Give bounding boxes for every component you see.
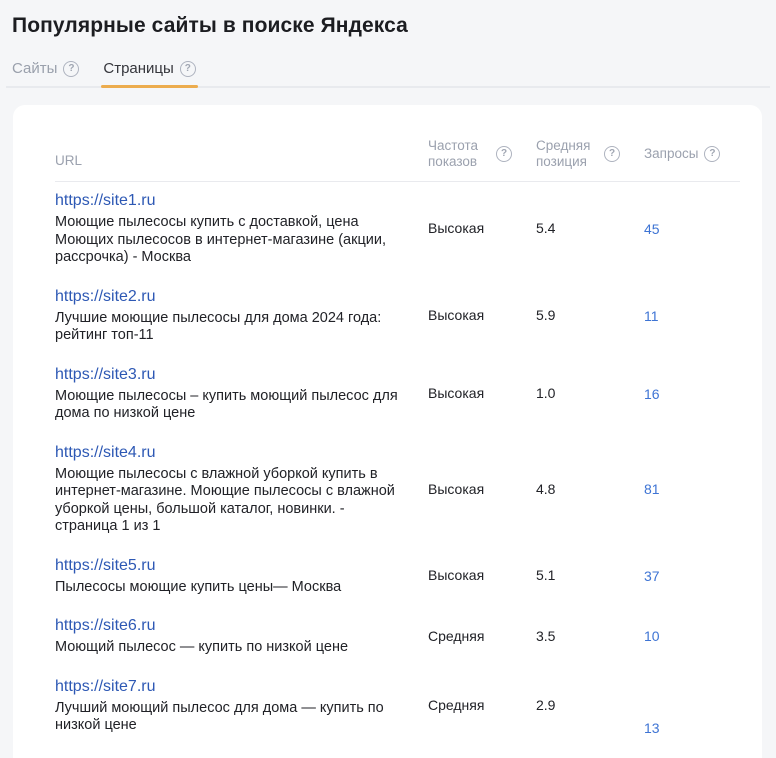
frequency-value: Высокая	[428, 385, 536, 402]
url-link[interactable]: https://site2.ru	[55, 287, 156, 307]
table-row: https://site7.ru Лучший моющий пылесос д…	[55, 668, 740, 746]
url-cell: https://site4.ru Моющие пылесосы с влажн…	[55, 443, 428, 536]
page-description: Моющие пылесосы с влажной уборкой купить…	[55, 466, 411, 536]
tab-pages-label: Страницы	[103, 60, 173, 77]
url-cell: https://site6.ru Моющий пылесос — купить…	[55, 616, 428, 657]
queries-link[interactable]: 37	[644, 568, 740, 584]
frequency-value: Высокая	[428, 481, 536, 498]
tabs-bar: Сайты ? Страницы ?	[6, 58, 770, 88]
frequency-value: Средняя	[428, 628, 536, 645]
url-link[interactable]: https://site1.ru	[55, 191, 156, 211]
frequency-value: Средняя	[428, 697, 536, 714]
column-header-queries: Запросы ?	[644, 138, 740, 170]
tab-sites-label: Сайты	[12, 60, 57, 77]
table-row: https://site4.ru Моющие пылесосы с влажн…	[55, 434, 740, 547]
position-value: 2.9	[536, 697, 644, 714]
tab-sites[interactable]: Сайты ?	[10, 58, 81, 86]
url-cell: https://site5.ru Пылесосы моющие купить …	[55, 556, 428, 597]
page-title: Популярные сайты в поиске Яндекса	[12, 14, 776, 38]
column-header-url: URL	[55, 153, 428, 170]
results-card: URL Частота показов ? Средняя позиция ? …	[13, 105, 762, 758]
column-header-position: Средняя позиция ?	[536, 138, 644, 170]
position-value: 5.4	[536, 220, 644, 237]
help-icon[interactable]: ?	[604, 146, 620, 162]
url-link[interactable]: https://site6.ru	[55, 616, 156, 636]
table-row: https://site5.ru Пылесосы моющие купить …	[55, 547, 740, 608]
frequency-value: Высокая	[428, 567, 536, 584]
help-icon[interactable]: ?	[180, 61, 196, 77]
url-cell: https://site1.ru Моющие пылесосы купить …	[55, 191, 428, 267]
url-link[interactable]: https://site4.ru	[55, 443, 156, 463]
page-description: Моющие пылесосы купить с доставкой, цена…	[55, 214, 411, 267]
frequency-value: Высокая	[428, 220, 536, 237]
page-description: Лучшие моющие пылесосы для дома 2024 год…	[55, 310, 411, 345]
url-link[interactable]: https://site5.ru	[55, 556, 156, 576]
url-cell: https://site3.ru Моющие пылесосы – купит…	[55, 365, 428, 423]
column-header-frequency-label: Частота показов	[428, 138, 490, 170]
table-row: https://site1.ru Моющие пылесосы купить …	[55, 182, 740, 278]
queries-link[interactable]: 13	[644, 720, 740, 736]
url-link[interactable]: https://site7.ru	[55, 677, 156, 697]
page-description: Лучший моющий пылесос для дома — купить …	[55, 700, 411, 735]
column-header-url-label: URL	[55, 153, 82, 169]
queries-link[interactable]: 10	[644, 628, 740, 644]
help-icon[interactable]: ?	[63, 61, 79, 77]
column-header-position-label: Средняя позиция	[536, 138, 598, 170]
column-header-queries-label: Запросы	[644, 146, 698, 162]
url-cell: https://site2.ru Лучшие моющие пылесосы …	[55, 287, 428, 345]
help-icon[interactable]: ?	[496, 146, 512, 162]
url-link[interactable]: https://site3.ru	[55, 365, 156, 385]
tab-pages[interactable]: Страницы ?	[101, 58, 197, 86]
help-icon[interactable]: ?	[704, 146, 720, 162]
page-description: Пылесосы моющие купить цены— Москва	[55, 579, 411, 597]
position-value: 4.8	[536, 481, 644, 498]
column-header-frequency: Частота показов ?	[428, 138, 536, 170]
queries-link[interactable]: 11	[644, 308, 740, 324]
position-value: 5.9	[536, 307, 644, 324]
page-description: Моющие пылесосы – купить моющий пылесос …	[55, 388, 411, 423]
table-row: https://site3.ru Моющие пылесосы – купит…	[55, 356, 740, 434]
queries-link[interactable]: 81	[644, 481, 740, 497]
url-cell: https://site7.ru Лучший моющий пылесос д…	[55, 677, 428, 735]
table-header: URL Частота показов ? Средняя позиция ? …	[55, 138, 740, 182]
position-value: 3.5	[536, 628, 644, 645]
position-value: 1.0	[536, 385, 644, 402]
queries-link[interactable]: 16	[644, 386, 740, 402]
queries-link[interactable]: 45	[644, 221, 740, 237]
page-description: Моющий пылесос — купить по низкой цене	[55, 639, 411, 657]
table-row: https://site2.ru Лучшие моющие пылесосы …	[55, 278, 740, 356]
table-row: https://site6.ru Моющий пылесос — купить…	[55, 607, 740, 668]
position-value: 5.1	[536, 567, 644, 584]
frequency-value: Высокая	[428, 307, 536, 324]
